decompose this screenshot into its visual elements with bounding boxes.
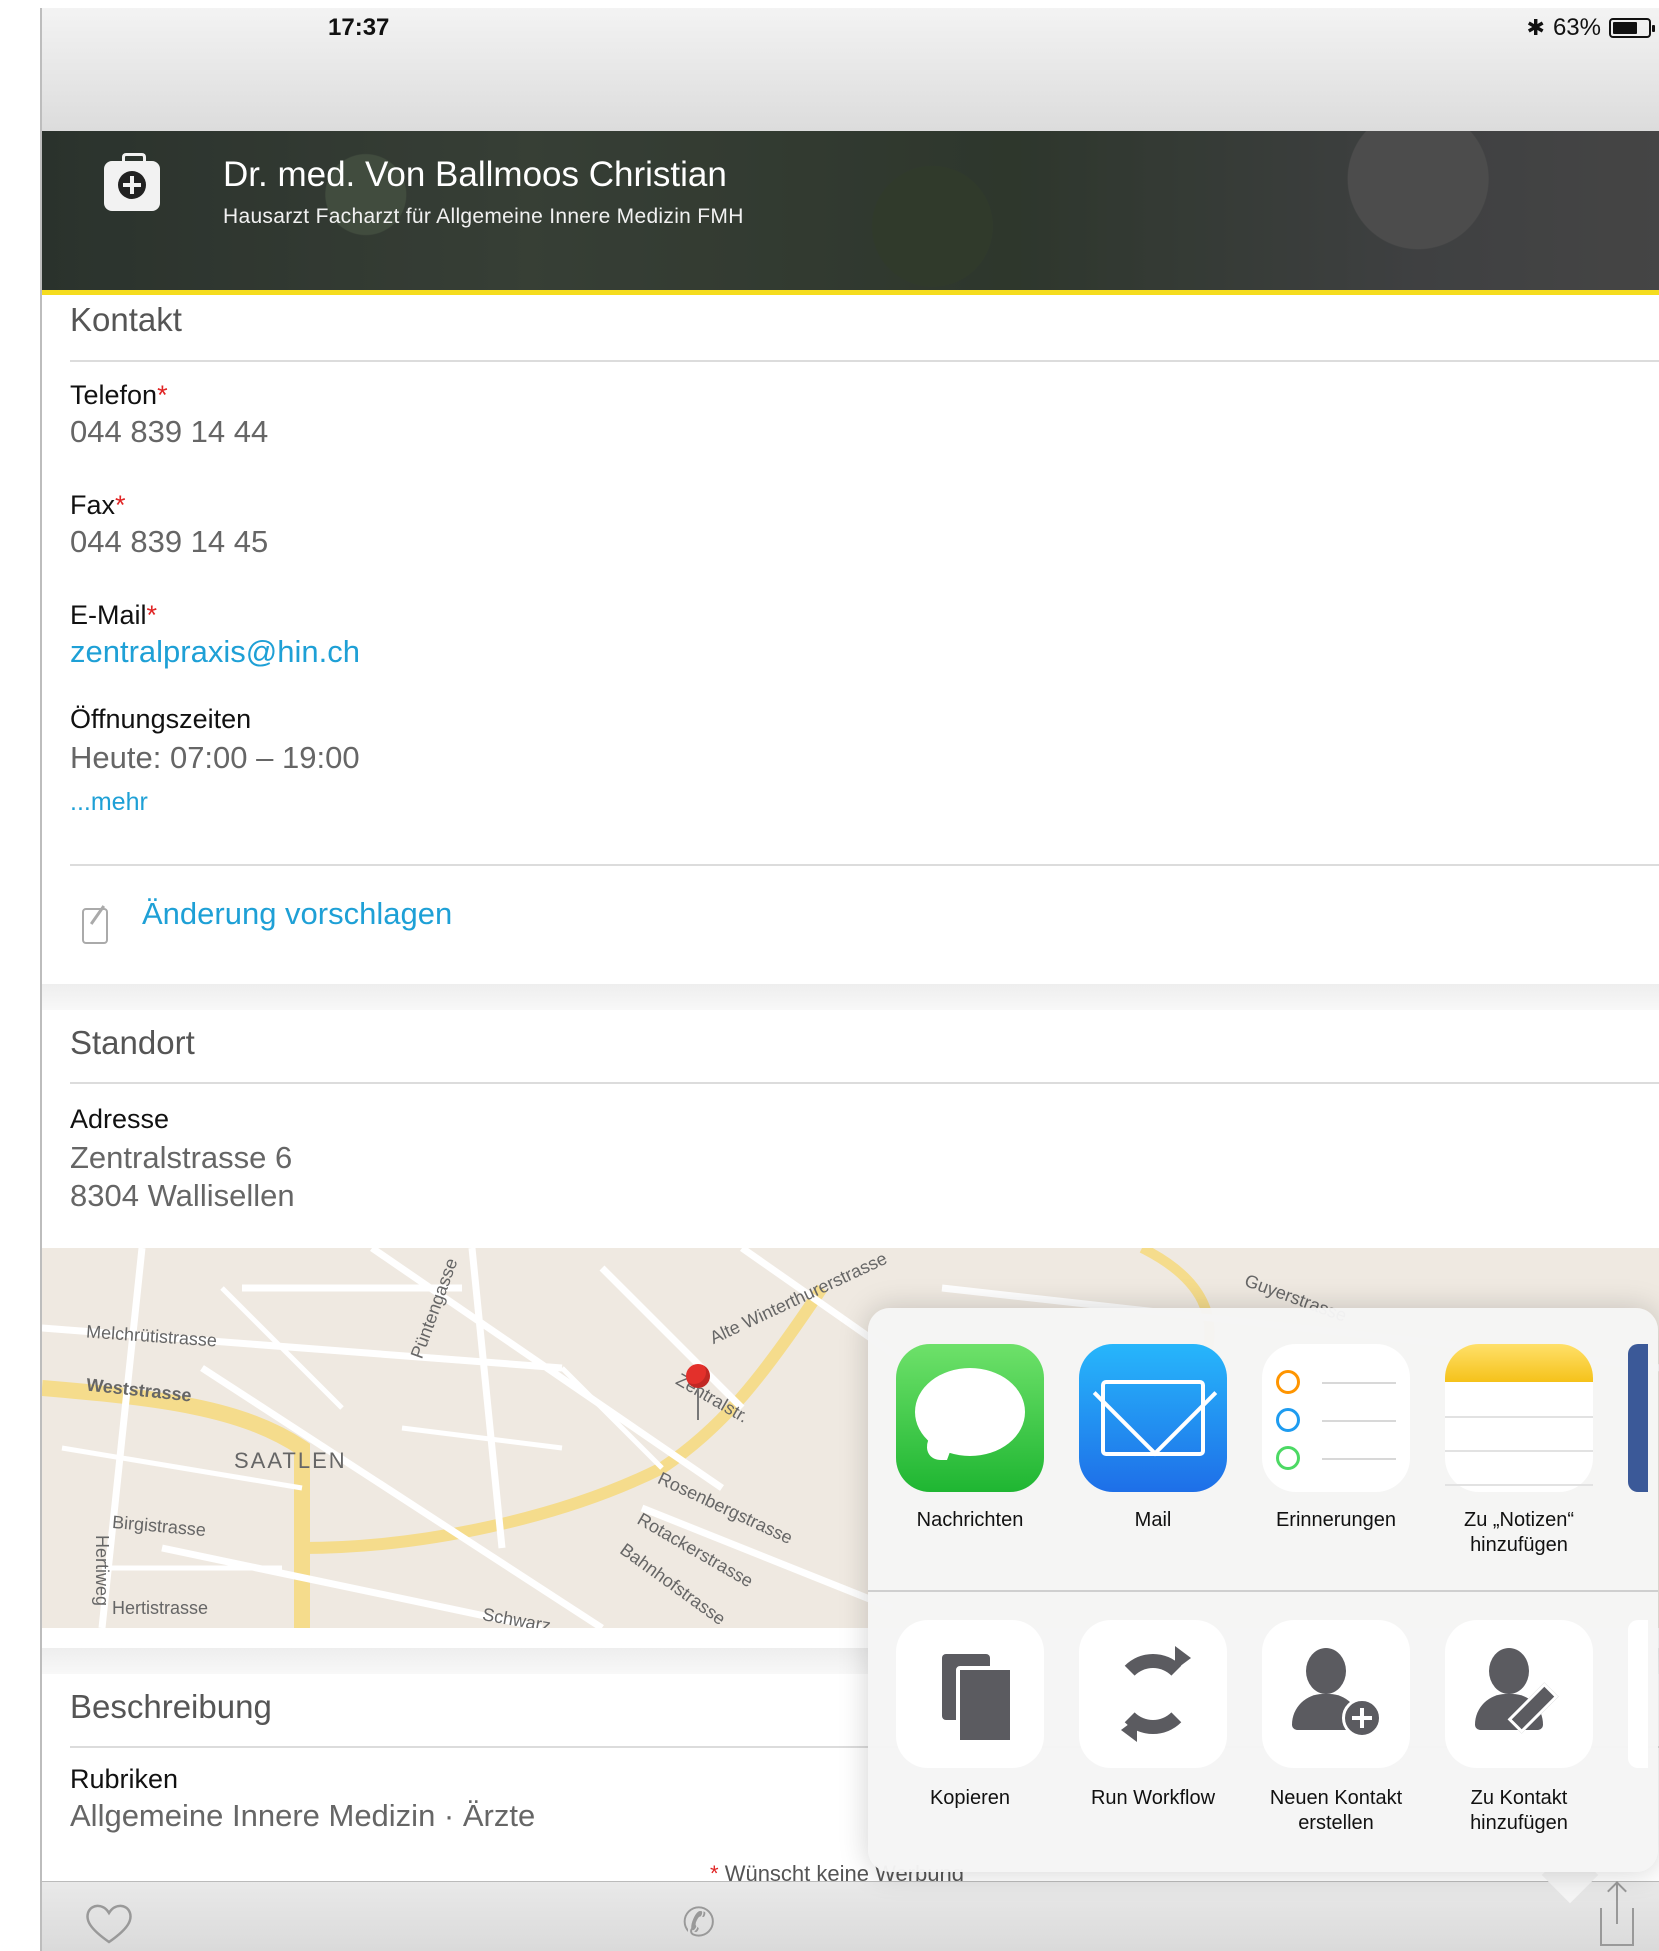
rubriken-label: Rubriken [70, 1764, 179, 1794]
more-actions-icon[interactable] [1628, 1620, 1648, 1768]
section-title-beschreibung: Beschreibung [70, 1688, 272, 1725]
reminders-icon[interactable] [1262, 1344, 1410, 1492]
divider [70, 1082, 1659, 1084]
share-app-label: Zu „Notizen“ hinzufügen [1463, 1509, 1575, 1556]
hours-label: Öffnungszeiten [70, 704, 252, 734]
map-label: Hertistrasse [112, 1598, 209, 1618]
bluetooth-icon: ✱ [1526, 15, 1545, 40]
share-app-label: Erinnerungen [1275, 1509, 1397, 1531]
mail-icon[interactable] [1079, 1344, 1227, 1492]
map-label: SAATLEN [234, 1448, 347, 1473]
address-city: 8304 Wallisellen [70, 1178, 295, 1213]
email-label: E-Mail* [70, 600, 158, 630]
share-action-label: Run Workflow [1090, 1787, 1216, 1809]
doctor-specialty: Hausarzt Facharzt für Allgemeine Innere … [223, 205, 744, 228]
phone-icon[interactable]: ✆ [682, 1900, 716, 1946]
share-action-label: Neuen Kontakt erstellen [1269, 1787, 1403, 1834]
telefon-value[interactable]: 044 839 14 44 [70, 414, 268, 450]
share-action-label: Kopieren [929, 1787, 1011, 1809]
share-sheet-divider [868, 1590, 1658, 1592]
email-link[interactable]: zentralpraxis@hin.ch [70, 634, 360, 670]
notes-icon[interactable] [1445, 1344, 1593, 1492]
hours-value: Heute: 07:00 – 19:00 [70, 740, 360, 775]
fax-value: 044 839 14 45 [70, 524, 269, 559]
more-hours-link[interactable]: ...mehr [70, 788, 148, 817]
battery-percent: 63% [1552, 14, 1601, 41]
status-bar: 17:37 ✱ 63% [42, 8, 1659, 131]
divider [70, 360, 1659, 362]
section-gap [42, 984, 1659, 1010]
rubriken-value: Allgemeine Innere Medizin · Ärzte [70, 1798, 536, 1833]
add-to-contact-icon[interactable] [1445, 1620, 1593, 1768]
edit-suggest-icon[interactable] [82, 908, 108, 944]
new-contact-icon[interactable] [1262, 1620, 1410, 1768]
favorite-heart-icon[interactable] [84, 1902, 134, 1946]
suggest-change-link[interactable]: Änderung vorschlagen [142, 896, 452, 932]
map-label: Hertiweg [92, 1534, 113, 1607]
section-title-standort: Standort [70, 1024, 195, 1061]
share-app-label: Nachrichten [916, 1509, 1024, 1531]
copy-icon[interactable] [896, 1620, 1044, 1768]
telefon-label: Telefon* [70, 380, 168, 410]
share-icon[interactable] [1600, 1882, 1634, 1946]
messages-icon[interactable] [896, 1344, 1044, 1492]
medical-bag-icon [104, 153, 160, 211]
divider [70, 864, 1659, 866]
share-action-label: Zu Kontakt hinzufügen [1470, 1787, 1568, 1834]
battery-icon [1609, 18, 1655, 38]
more-apps-icon[interactable] [1628, 1344, 1648, 1492]
doctor-name: Dr. med. Von Ballmoos Christian [223, 155, 727, 194]
map-pin-icon[interactable] [686, 1364, 710, 1420]
address-street: Zentralstrasse 6 [70, 1140, 293, 1175]
address-label: Adresse [70, 1104, 170, 1134]
bottom-toolbar: ✆ [42, 1881, 1659, 1951]
section-title-kontakt: Kontakt [70, 301, 182, 338]
share-sheet: Nachrichten Mail Erinnerungen Zu „Notize… [868, 1308, 1658, 1872]
workflow-icon[interactable] [1079, 1620, 1227, 1768]
listing-header: Dr. med. Von Ballmoos Christian Hausarzt… [42, 131, 1659, 295]
fax-label: Fax* [70, 490, 126, 520]
share-app-label: Mail [1134, 1509, 1172, 1531]
status-right: ✱ 63% [1526, 14, 1655, 42]
status-time: 17:37 [328, 14, 390, 41]
